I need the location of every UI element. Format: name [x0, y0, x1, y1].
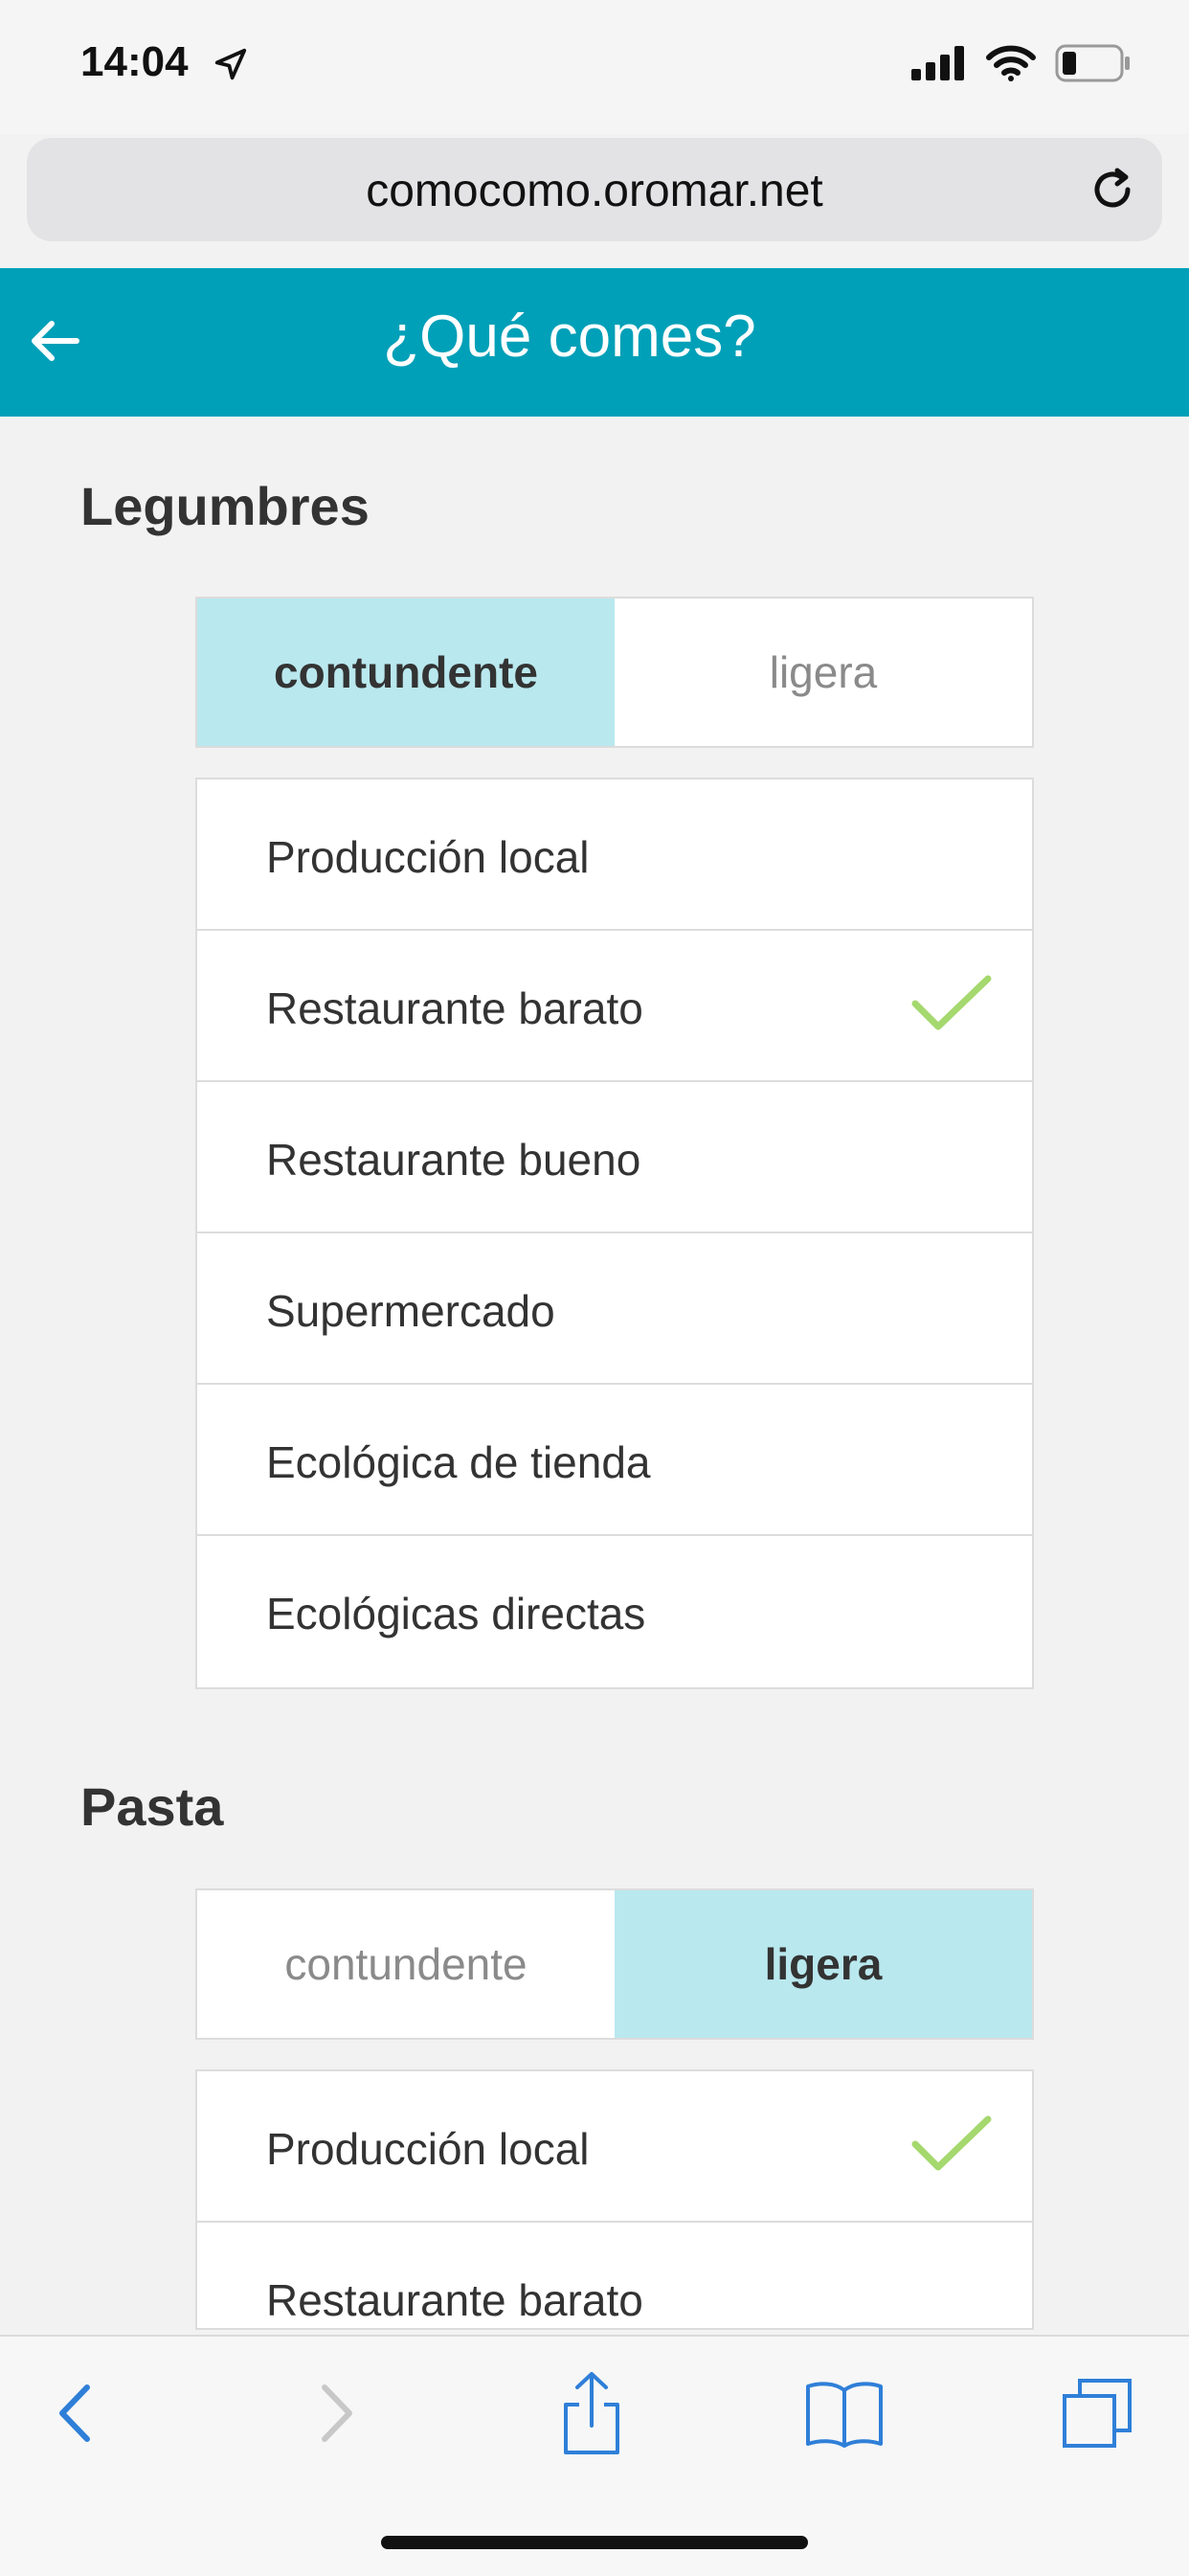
option-label: Restaurante barato — [266, 2275, 643, 2325]
option-label: Ecológica de tienda — [266, 1437, 651, 1487]
option-row[interactable]: Producción local — [197, 2071, 1032, 2223]
option-row[interactable]: Restaurante bueno — [197, 1082, 1032, 1233]
toggle-option-ligera[interactable]: ligera — [615, 1890, 1032, 2038]
url-text[interactable]: comocomo.oromar.net — [27, 165, 1162, 217]
bookmarks-button[interactable] — [796, 2365, 892, 2461]
location-arrow-icon — [214, 48, 247, 80]
toggle-option-contundente[interactable]: contundente — [197, 599, 615, 746]
page-title: ¿Qué comes? — [383, 304, 756, 370]
check-icon — [911, 2115, 992, 2171]
option-list-legumbres: Producción local Restaurante barato Rest… — [195, 778, 1034, 1689]
bookmarks-icon — [806, 2382, 883, 2448]
option-label: Restaurante bueno — [266, 1135, 641, 1185]
option-row[interactable]: Restaurante barato — [197, 931, 1032, 1082]
option-label: Producción local — [266, 2124, 590, 2174]
toggle-pasta: contundente ligera — [195, 1888, 1034, 2040]
option-label: Producción local — [266, 832, 590, 882]
tabs-button[interactable] — [1049, 2365, 1145, 2461]
option-row[interactable]: Producción local — [197, 780, 1032, 931]
toggle-option-ligera[interactable]: ligera — [615, 599, 1032, 746]
signal-icon — [911, 46, 964, 80]
option-label: Supermercado — [266, 1286, 555, 1336]
tabs-icon — [1063, 2379, 1132, 2448]
option-row[interactable]: Restaurante barato — [197, 2223, 1032, 2328]
status-time: 14:04 — [80, 38, 189, 85]
chevron-right-icon — [322, 2384, 352, 2442]
url-bar[interactable]: comocomo.oromar.net — [27, 138, 1162, 241]
battery-icon — [1055, 44, 1130, 82]
share-button[interactable] — [544, 2365, 639, 2461]
option-row[interactable]: Ecológicas directas — [197, 1536, 1032, 1687]
reload-icon[interactable] — [1086, 163, 1139, 216]
share-icon — [564, 2372, 619, 2454]
app-header: ¿Qué comes? — [0, 268, 1189, 417]
wifi-icon — [986, 45, 1036, 81]
section-title-legumbres: Legumbres — [80, 476, 370, 536]
option-row[interactable]: Supermercado — [197, 1233, 1032, 1385]
status-bar: 14:04 — [0, 0, 1189, 134]
check-icon — [911, 975, 992, 1030]
forward-button[interactable] — [289, 2365, 385, 2461]
option-list-pasta: Producción local Restaurante barato — [195, 2069, 1034, 2330]
chevron-left-icon — [59, 2384, 90, 2442]
home-indicator — [381, 2536, 808, 2549]
option-row[interactable]: Ecológica de tienda — [197, 1385, 1032, 1536]
option-label: Restaurante barato — [266, 983, 643, 1033]
back-button[interactable] — [27, 2365, 123, 2461]
option-label: Ecológicas directas — [266, 1589, 646, 1638]
toggle-legumbres: contundente ligera — [195, 597, 1034, 748]
status-icons — [911, 42, 1132, 84]
toggle-option-contundente[interactable]: contundente — [197, 1890, 615, 2038]
section-title-pasta: Pasta — [80, 1776, 224, 1837]
